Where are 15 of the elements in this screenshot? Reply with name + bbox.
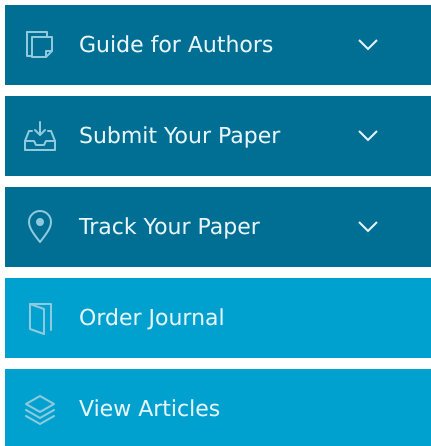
- menu-dropdown[interactable]: Guide for Authors: [5, 5, 431, 85]
- menu-link[interactable]: View Articles: [5, 369, 431, 446]
- chevron-icon: [357, 129, 379, 143]
- menu-label: Guide for Authors: [79, 32, 274, 58]
- inbox-download-icon: [23, 119, 57, 153]
- menu-dropdown[interactable]: Submit Your Paper: [5, 96, 431, 176]
- menu-label: Submit Your Paper: [79, 124, 282, 148]
- menu-link[interactable]: Order Journal: [5, 278, 431, 358]
- menu-dropdown[interactable]: Track Your Paper: [5, 187, 431, 267]
- menu-label: Track Your Paper: [79, 214, 261, 240]
- chevron-icon: [357, 38, 379, 52]
- menu-label: View Articles: [79, 396, 222, 422]
- layers-icon: [23, 392, 57, 426]
- chevron-icon: [357, 220, 379, 234]
- menu-label: Order Journal: [79, 306, 226, 330]
